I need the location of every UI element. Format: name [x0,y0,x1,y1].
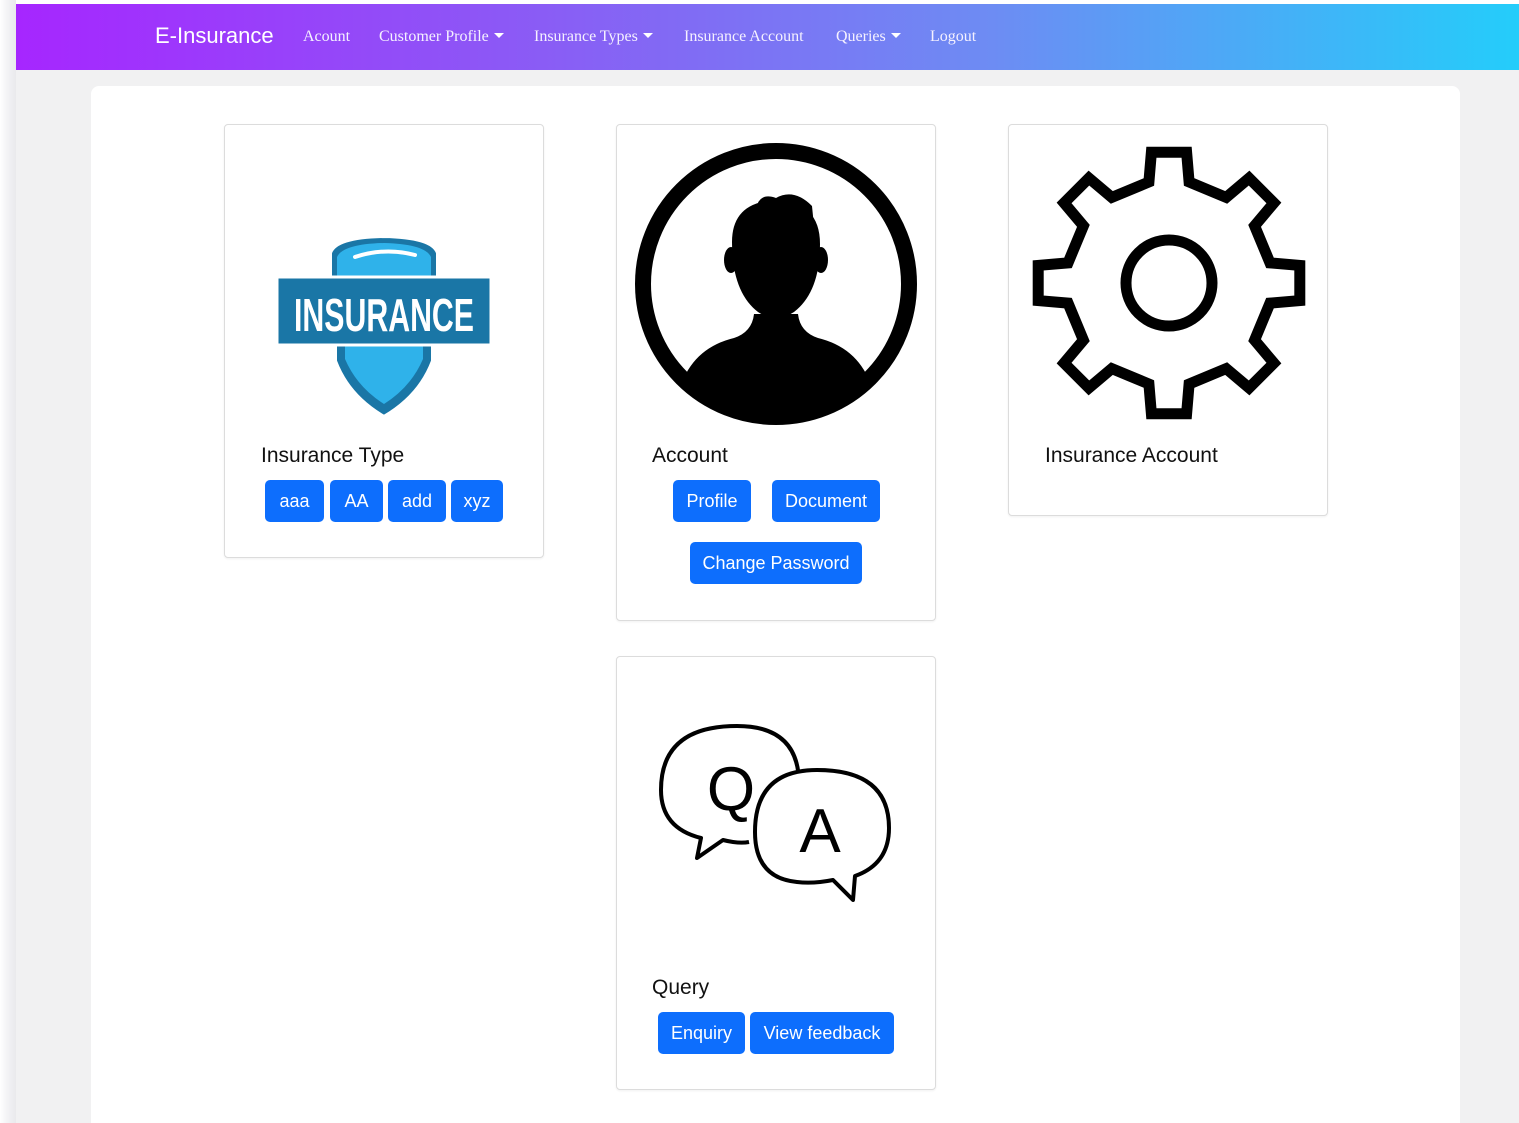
card-account: Account Profile Document Change Password [616,124,936,621]
user-avatar-icon [635,143,917,425]
nav-item-insurance-account[interactable]: Insurance Account [684,28,804,46]
qa-chat-bubbles-icon: Q A [659,724,891,902]
card-query: Q A Query Enquiry View feedback [616,656,936,1090]
caret-down-icon [642,33,653,38]
card-title-insurance-account: Insurance Account [1045,444,1218,467]
top-navbar: E-Insurance Acount Customer Profile Insu… [16,4,1519,70]
brand-link[interactable]: E-Insurance [155,23,274,49]
enquiry-button[interactable]: Enquiry [658,1012,745,1054]
insurance-type-AA-button[interactable]: AA [330,480,383,522]
insurance-shield-logo: INSURANCE [275,233,493,420]
nav-item-queries[interactable]: Queries [836,28,901,46]
card-title-insurance-type: Insurance Type [261,444,405,467]
card-title-account: Account [652,444,728,467]
gear-icon [1032,146,1306,420]
profile-button[interactable]: Profile [673,480,751,522]
card-insurance-type: INSURANCE Insurance Type aaa AA add xyz [224,124,544,558]
page-viewport: E-Insurance Acount Customer Profile Insu… [16,4,1519,1123]
view-feedback-button[interactable]: View feedback [750,1012,894,1054]
nav-item-insurance-types[interactable]: Insurance Types [534,28,653,46]
caret-down-icon [890,33,901,38]
window-edge [0,0,16,1123]
svg-text:A: A [799,797,841,866]
nav-item-acount[interactable]: Acount [303,28,350,46]
svg-text:Q: Q [707,755,755,824]
document-button[interactable]: Document [772,480,880,522]
nav-item-logout[interactable]: Logout [930,28,976,46]
card-insurance-account: Insurance Account [1008,124,1328,516]
insurance-type-add-button[interactable]: add [388,480,446,522]
caret-down-icon [493,33,504,38]
nav-item-customer-profile[interactable]: Customer Profile [379,28,504,46]
change-password-button[interactable]: Change Password [690,542,862,584]
insurance-type-xyz-button[interactable]: xyz [451,480,503,522]
svg-text:INSURANCE: INSURANCE [294,289,474,341]
dashboard-container: INSURANCE Insurance Type aaa AA add xyz [91,86,1460,1123]
insurance-type-aaa-button[interactable]: aaa [265,480,324,522]
card-title-query: Query [652,976,710,999]
